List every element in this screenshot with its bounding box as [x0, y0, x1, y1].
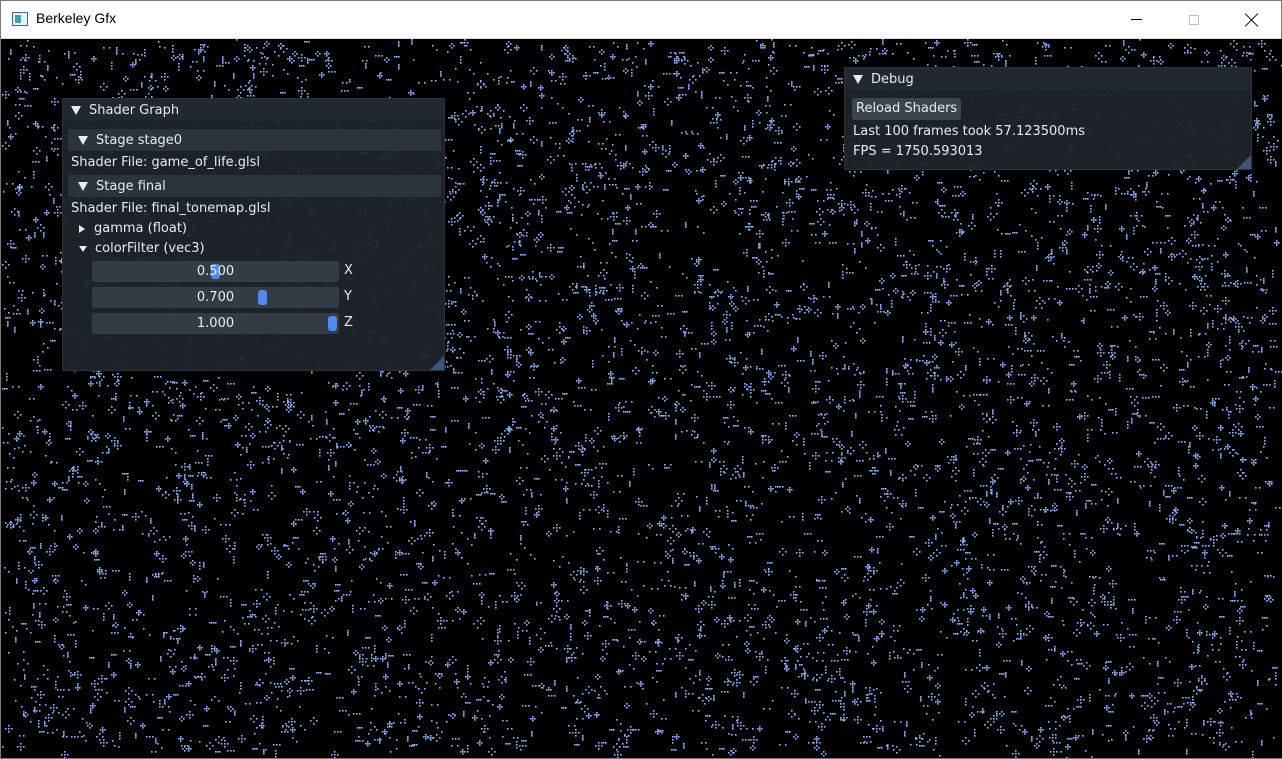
final-shader-file: Shader File: final_tonemap.glsl	[71, 201, 271, 216]
colorfilter-z-slider[interactable]: 1.000	[92, 313, 339, 334]
resize-grip[interactable]	[430, 356, 444, 370]
resize-grip[interactable]	[1237, 155, 1251, 169]
fps-text: FPS = 1750.593013	[853, 144, 983, 159]
title-bar[interactable]: Berkeley Gfx	[1, 1, 1281, 39]
chevron-down-icon	[79, 245, 87, 252]
shader-graph-titlebar[interactable]: Shader Graph	[63, 99, 444, 121]
stage-stage0-header[interactable]: Stage stage0	[68, 129, 441, 151]
collapse-arrow-icon[interactable]	[71, 105, 81, 115]
axis-label-z: Z	[344, 315, 353, 330]
app-icon	[12, 12, 28, 26]
stage-final-header[interactable]: Stage final	[68, 175, 441, 197]
close-button[interactable]	[1223, 1, 1281, 38]
axis-label-y: Y	[344, 289, 352, 304]
gamma-tree-node[interactable]: gamma (float)	[79, 221, 187, 236]
maximize-icon	[1189, 14, 1199, 25]
chevron-down-icon	[78, 135, 88, 145]
debug-titlebar[interactable]: Debug	[845, 68, 1251, 90]
chevron-right-icon	[79, 224, 85, 233]
stage-stage0-label: Stage stage0	[96, 132, 183, 148]
minimize-button[interactable]	[1107, 1, 1165, 38]
render-viewport[interactable]: Shader Graph Stage stage0 Shader File: g…	[2, 39, 1282, 758]
shader-graph-window[interactable]: Shader Graph Stage stage0 Shader File: g…	[62, 98, 445, 371]
slider-value: 0.500	[196, 264, 235, 279]
debug-window[interactable]: Debug Reload Shaders Last 100 frames too…	[844, 67, 1252, 170]
app-window: Berkeley Gfx Shader Graph Stage stage0 S…	[0, 0, 1282, 759]
colorfilter-tree-node[interactable]: colorFilter (vec3)	[79, 241, 205, 256]
slider-value: 1.000	[196, 316, 235, 331]
slider-value: 0.700	[196, 290, 235, 305]
reload-shaders-button[interactable]: Reload Shaders	[852, 98, 962, 120]
shader-graph-title: Shader Graph	[89, 102, 180, 118]
maximize-button[interactable]	[1165, 1, 1223, 38]
colorfilter-y-slider[interactable]: 0.700	[92, 287, 339, 308]
stage-final-label: Stage final	[96, 178, 166, 194]
frame-time-text: Last 100 frames took 57.123500ms	[853, 124, 1086, 139]
chevron-down-icon	[78, 181, 88, 191]
minimize-icon	[1130, 19, 1142, 20]
colorfilter-label: colorFilter (vec3)	[95, 241, 205, 256]
stage0-shader-file: Shader File: game_of_life.glsl	[71, 155, 261, 170]
gamma-label: gamma (float)	[94, 221, 187, 236]
window-title: Berkeley Gfx	[36, 10, 117, 26]
colorfilter-x-slider[interactable]: 0.500	[92, 261, 339, 282]
debug-title: Debug	[871, 71, 914, 87]
collapse-arrow-icon[interactable]	[853, 74, 863, 84]
axis-label-x: X	[344, 263, 353, 278]
close-icon	[1245, 13, 1259, 27]
